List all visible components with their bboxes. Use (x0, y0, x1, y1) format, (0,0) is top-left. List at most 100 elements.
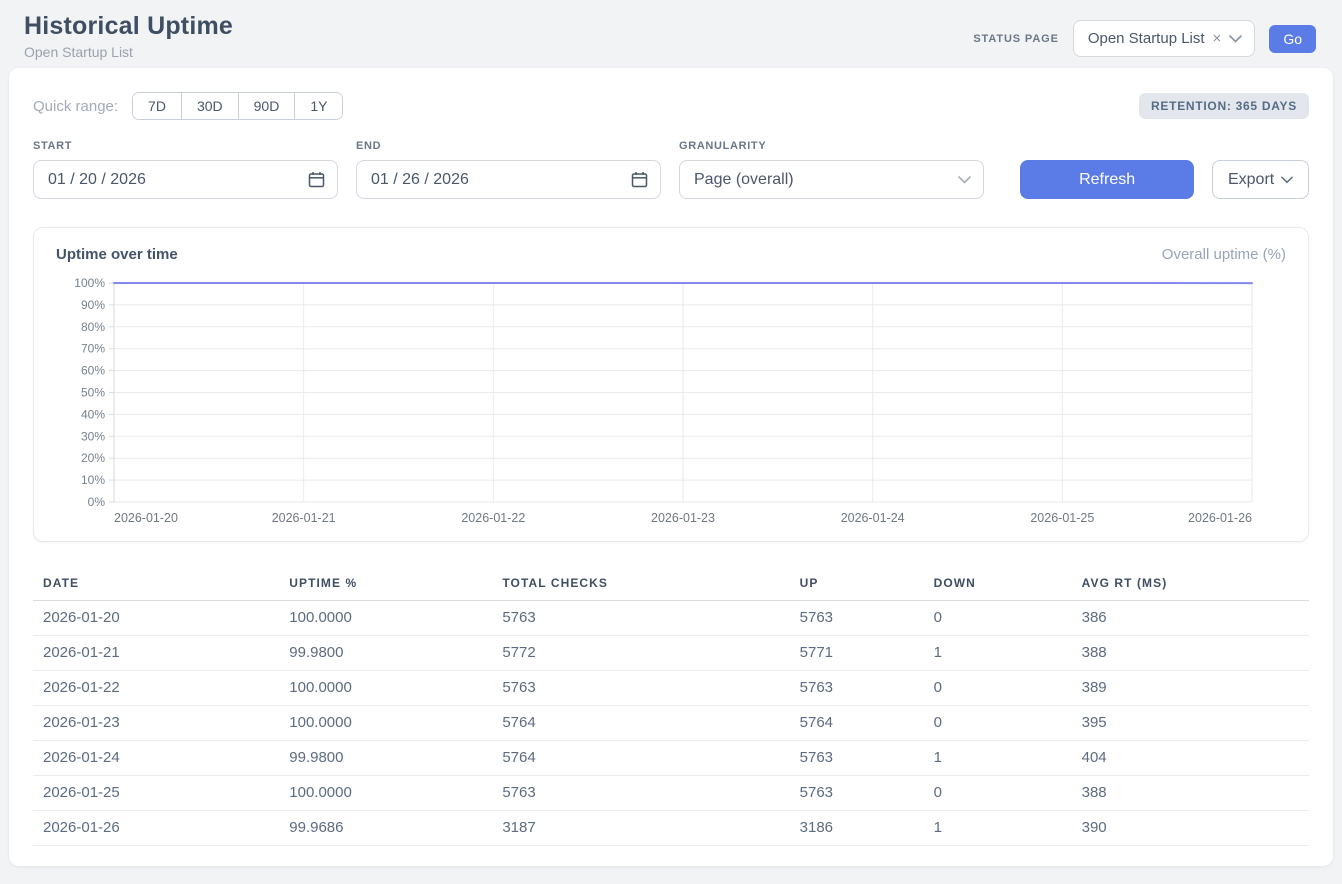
filter-form-row: START 01 / 20 / 2026 END 01 / 26 / 2026 (33, 140, 1309, 199)
table-cell: 5764 (790, 706, 924, 741)
svg-text:2026-01-20: 2026-01-20 (114, 511, 178, 525)
table-cell: 5763 (492, 671, 789, 706)
granularity-label: GRANULARITY (679, 140, 984, 152)
svg-text:60%: 60% (81, 364, 105, 378)
table-cell: 100.0000 (279, 601, 492, 636)
svg-text:20%: 20% (81, 451, 105, 465)
column-header-uptime-: UPTIME % (279, 568, 492, 601)
status-page-selected-value: Open Startup List (1088, 30, 1205, 47)
svg-text:40%: 40% (81, 407, 105, 421)
table-cell: 395 (1072, 706, 1309, 741)
end-date-field-group: END 01 / 26 / 2026 (356, 140, 661, 199)
table-cell: 0 (924, 601, 1072, 636)
table-row: 2026-01-2699.9686318731861390 (33, 811, 1309, 846)
table-cell: 388 (1072, 776, 1309, 811)
table-row: 2026-01-2499.9800576457631404 (33, 741, 1309, 776)
status-page-label: STATUS PAGE (973, 33, 1058, 45)
start-date-label: START (33, 140, 338, 152)
close-icon[interactable]: × (1213, 30, 1222, 47)
header-controls: STATUS PAGE Open Startup List × Go (973, 20, 1316, 57)
uptime-line-chart: 0%10%20%30%40%50%60%70%80%90%100%2026-01… (56, 273, 1286, 531)
table-cell: 2026-01-23 (33, 706, 279, 741)
table-cell: 1 (924, 811, 1072, 846)
chart-legend: Overall uptime (%) (1162, 246, 1286, 263)
table-header: DATEUPTIME %TOTAL CHECKSUPDOWNAVG RT (MS… (33, 568, 1309, 601)
table-row: 2026-01-22100.0000576357630389 (33, 671, 1309, 706)
table-row: 2026-01-2199.9800577257711388 (33, 636, 1309, 671)
granularity-select[interactable]: Page (overall) (679, 160, 984, 199)
quick-range-90d-button[interactable]: 90D (238, 93, 295, 119)
granularity-selected-value: Page (overall) (694, 171, 794, 189)
table-cell: 100.0000 (279, 776, 492, 811)
svg-text:2026-01-21: 2026-01-21 (272, 511, 336, 525)
table-cell: 1 (924, 636, 1072, 671)
main-panel: Quick range: 7D30D90D1Y RETENTION: 365 D… (9, 68, 1333, 866)
quick-range-30d-button[interactable]: 30D (181, 93, 238, 119)
svg-text:70%: 70% (81, 342, 105, 356)
svg-text:2026-01-25: 2026-01-25 (1030, 511, 1094, 525)
table-cell: 2026-01-22 (33, 671, 279, 706)
table-cell: 2026-01-21 (33, 636, 279, 671)
table-cell: 2026-01-25 (33, 776, 279, 811)
quick-range-group: 7D30D90D1Y (132, 92, 343, 120)
start-date-field-group: START 01 / 20 / 2026 (33, 140, 338, 199)
table-cell: 390 (1072, 811, 1309, 846)
table-cell: 5763 (790, 671, 924, 706)
calendar-icon[interactable] (308, 171, 325, 188)
table-cell: 404 (1072, 741, 1309, 776)
table-cell: 0 (924, 706, 1072, 741)
granularity-field-group: GRANULARITY Page (overall) (679, 140, 984, 199)
end-date-input[interactable]: 01 / 26 / 2026 (356, 160, 661, 199)
quick-range-row: Quick range: 7D30D90D1Y RETENTION: 365 D… (33, 92, 1309, 120)
table-cell: 2026-01-20 (33, 601, 279, 636)
table-row: 2026-01-20100.0000576357630386 (33, 601, 1309, 636)
table-cell: 2026-01-26 (33, 811, 279, 846)
svg-text:50%: 50% (81, 386, 105, 400)
table-cell: 2026-01-24 (33, 741, 279, 776)
column-header-down: DOWN (924, 568, 1072, 601)
table-cell: 5772 (492, 636, 789, 671)
table-cell: 1 (924, 741, 1072, 776)
svg-text:90%: 90% (81, 298, 105, 312)
svg-text:2026-01-24: 2026-01-24 (841, 511, 905, 525)
export-button[interactable]: Export (1212, 160, 1309, 199)
svg-text:100%: 100% (74, 276, 105, 290)
column-header-avg-rt-ms-: AVG RT (MS) (1072, 568, 1309, 601)
chevron-down-icon (958, 176, 971, 184)
chart-title: Uptime over time (56, 246, 178, 263)
start-date-input[interactable]: 01 / 20 / 2026 (33, 160, 338, 199)
table-cell: 5763 (492, 601, 789, 636)
header-titles: Historical Uptime Open Startup List (24, 12, 233, 60)
page-title: Historical Uptime (24, 12, 233, 41)
status-page-select[interactable]: Open Startup List × (1073, 20, 1256, 57)
table-row: 2026-01-25100.0000576357630388 (33, 776, 1309, 811)
svg-text:2026-01-26: 2026-01-26 (1188, 511, 1252, 525)
end-date-value: 01 / 26 / 2026 (371, 171, 469, 189)
table-cell: 0 (924, 671, 1072, 706)
uptime-table: DATEUPTIME %TOTAL CHECKSUPDOWNAVG RT (MS… (33, 568, 1309, 846)
table-cell: 5763 (790, 601, 924, 636)
table-cell: 389 (1072, 671, 1309, 706)
quick-range-label: Quick range: (33, 98, 118, 115)
start-date-value: 01 / 20 / 2026 (48, 171, 146, 189)
table-cell: 99.9800 (279, 741, 492, 776)
svg-text:10%: 10% (81, 473, 105, 487)
calendar-icon[interactable] (631, 171, 648, 188)
svg-text:2026-01-22: 2026-01-22 (461, 511, 525, 525)
refresh-button[interactable]: Refresh (1020, 160, 1194, 199)
quick-range-7d-button[interactable]: 7D (133, 93, 181, 119)
table-cell: 3187 (492, 811, 789, 846)
table-cell: 5764 (492, 706, 789, 741)
page-subtitle: Open Startup List (24, 44, 233, 60)
quick-range-1y-button[interactable]: 1Y (294, 93, 342, 119)
svg-text:30%: 30% (81, 429, 105, 443)
go-button[interactable]: Go (1269, 25, 1316, 53)
svg-text:0%: 0% (88, 495, 106, 509)
table-cell: 100.0000 (279, 706, 492, 741)
end-date-label: END (356, 140, 661, 152)
table-cell: 5763 (790, 776, 924, 811)
retention-badge: RETENTION: 365 DAYS (1139, 93, 1309, 119)
table-cell: 5763 (790, 741, 924, 776)
uptime-chart-card: Uptime over time Overall uptime (%) 0% 10… (33, 227, 1309, 542)
svg-text:2026-01-23: 2026-01-23 (651, 511, 715, 525)
